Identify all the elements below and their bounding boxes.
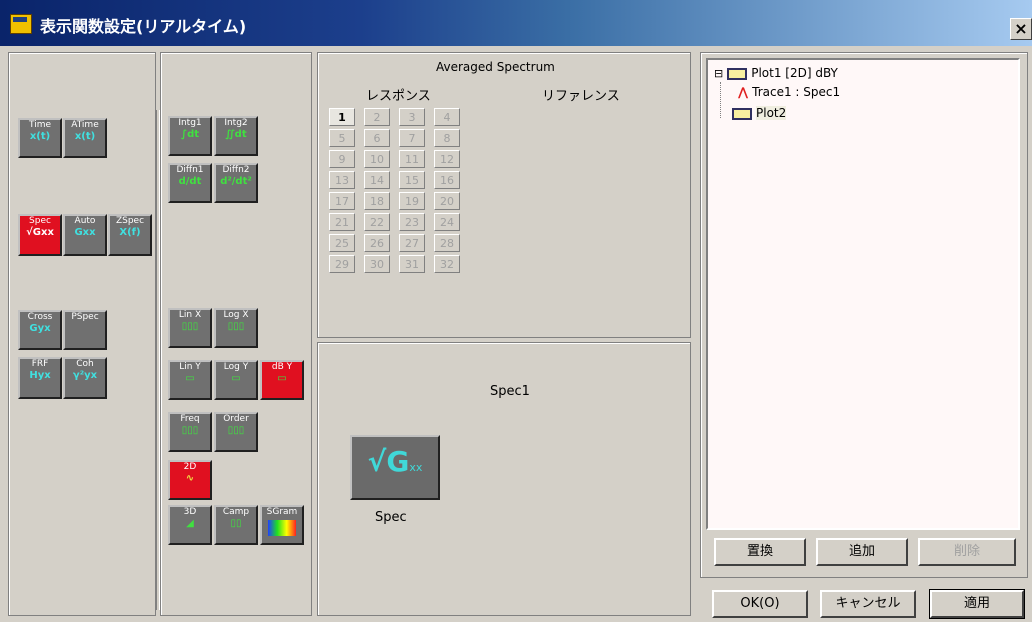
camp-button[interactable]: Camp ▯▯ bbox=[214, 505, 258, 545]
channel-cell[interactable]: 8 bbox=[434, 129, 460, 147]
intg2-button[interactable]: Intg2 ∬dt bbox=[214, 116, 258, 156]
channel-cell[interactable]: 12 bbox=[434, 150, 460, 168]
title-bar: 表示関数設定(リアルタイム) × bbox=[0, 0, 1032, 46]
channel-cell[interactable]: 21 bbox=[329, 213, 355, 231]
channel-cell[interactable]: 32 bbox=[434, 255, 460, 273]
channel-cell[interactable]: 29 bbox=[329, 255, 355, 273]
channel-cell[interactable]: 22 bbox=[364, 213, 390, 231]
channel-cell[interactable]: 24 bbox=[434, 213, 460, 231]
app-icon bbox=[10, 14, 32, 34]
3d-button[interactable]: 3D ◢ bbox=[168, 505, 212, 545]
tree-connector bbox=[720, 82, 722, 118]
channel-cell[interactable]: 3 bbox=[399, 108, 425, 126]
channel-cell[interactable]: 30 bbox=[364, 255, 390, 273]
channel-cell[interactable]: 25 bbox=[329, 234, 355, 252]
freq-button[interactable]: Freq ▯▯▯ bbox=[168, 412, 212, 452]
time-button[interactable]: Time x(t) bbox=[18, 118, 62, 158]
channel-cell[interactable]: 6 bbox=[364, 129, 390, 147]
preview-caption: Spec bbox=[375, 510, 407, 525]
response-label: レスポンス bbox=[366, 89, 431, 104]
spec-preview-icon: √Gxx bbox=[350, 435, 440, 500]
frf-button[interactable]: FRF Hyx bbox=[18, 357, 62, 399]
preview-title: Spec1 bbox=[490, 384, 530, 399]
channel-cell[interactable]: 5 bbox=[329, 129, 355, 147]
channel-cell[interactable]: 26 bbox=[364, 234, 390, 252]
tree-node-plot1[interactable]: ⊟ Plot1 [2D] dBY bbox=[714, 66, 838, 80]
channel-cell[interactable]: 20 bbox=[434, 192, 460, 210]
channel-cell[interactable]: 27 bbox=[399, 234, 425, 252]
pspec-button[interactable]: PSpec bbox=[63, 310, 107, 350]
log-x-button[interactable]: Log X ▯▯▯ bbox=[214, 308, 258, 348]
channel-cell[interactable]: 19 bbox=[399, 192, 425, 210]
channel-cell[interactable]: 7 bbox=[399, 129, 425, 147]
channel-cell[interactable]: 1 bbox=[329, 108, 355, 126]
plot-folder-icon bbox=[732, 107, 752, 120]
lin-y-button[interactable]: Lin Y ▭ bbox=[168, 360, 212, 400]
channel-cell[interactable]: 28 bbox=[434, 234, 460, 252]
plot-tree[interactable]: ⊟ Plot1 [2D] dBY ⋀ Trace1 : Spec1 Plot2 bbox=[706, 58, 1020, 530]
tree-node-trace1[interactable]: ⋀ Trace1 : Spec1 bbox=[738, 85, 840, 99]
add-button[interactable]: 追加 bbox=[816, 538, 908, 566]
channel-cell[interactable]: 11 bbox=[399, 150, 425, 168]
diffn2-button[interactable]: Diffn2 d²/dt² bbox=[214, 163, 258, 203]
log-y-button[interactable]: Log Y ▭ bbox=[214, 360, 258, 400]
delete-button[interactable]: 削除 bbox=[918, 538, 1016, 566]
cancel-button[interactable]: キャンセル bbox=[820, 590, 916, 618]
channel-cell[interactable]: 2 bbox=[364, 108, 390, 126]
auto-button[interactable]: Auto Gxx bbox=[63, 214, 107, 256]
lin-x-button[interactable]: Lin X ▯▯▯ bbox=[168, 308, 212, 348]
sgram-button[interactable]: SGram█ bbox=[260, 505, 304, 545]
channel-cell[interactable]: 15 bbox=[399, 171, 425, 189]
channel-cell[interactable]: 10 bbox=[364, 150, 390, 168]
averaged-spectrum-heading: Averaged Spectrum bbox=[436, 60, 555, 74]
spec-button[interactable]: Spec √Gxx bbox=[18, 214, 62, 256]
channel-cell[interactable]: 31 bbox=[399, 255, 425, 273]
channel-cell[interactable]: 4 bbox=[434, 108, 460, 126]
trace-icon: ⋀ bbox=[738, 85, 749, 99]
expand-icon[interactable]: ⊟ bbox=[714, 67, 723, 80]
2d-button[interactable]: 2D ∿ bbox=[168, 460, 212, 500]
channel-cell[interactable]: 14 bbox=[364, 171, 390, 189]
intg1-button[interactable]: Intg1 ∫dt bbox=[168, 116, 212, 156]
channel-cell[interactable]: 9 bbox=[329, 150, 355, 168]
close-button[interactable]: × bbox=[1010, 18, 1032, 40]
channel-cell[interactable]: 18 bbox=[364, 192, 390, 210]
cross-button[interactable]: Cross Gyx bbox=[18, 310, 62, 350]
channel-cell[interactable]: 13 bbox=[329, 171, 355, 189]
atime-button[interactable]: ATime x(t) bbox=[63, 118, 107, 158]
ok-button[interactable]: OK(O) bbox=[712, 590, 808, 618]
coh-button[interactable]: Coh γ²yx bbox=[63, 357, 107, 399]
channel-cell[interactable]: 16 bbox=[434, 171, 460, 189]
channel-cell[interactable]: 23 bbox=[399, 213, 425, 231]
apply-button[interactable]: 適用 bbox=[929, 589, 1025, 619]
zspec-button[interactable]: ZSpec X(f) bbox=[108, 214, 152, 256]
db-y-button[interactable]: dB Y ▭ bbox=[260, 360, 304, 400]
tree-node-plot2[interactable]: Plot2 bbox=[732, 106, 787, 120]
diffn1-button[interactable]: Diffn1 d/dt bbox=[168, 163, 212, 203]
channel-cell[interactable]: 17 bbox=[329, 192, 355, 210]
reference-label: リファレンス bbox=[542, 89, 620, 104]
window-title: 表示関数設定(リアルタイム) bbox=[40, 17, 247, 36]
replace-button[interactable]: 置換 bbox=[714, 538, 806, 566]
order-button[interactable]: Order ▯▯▯ bbox=[214, 412, 258, 452]
plot-folder-icon bbox=[727, 67, 748, 80]
